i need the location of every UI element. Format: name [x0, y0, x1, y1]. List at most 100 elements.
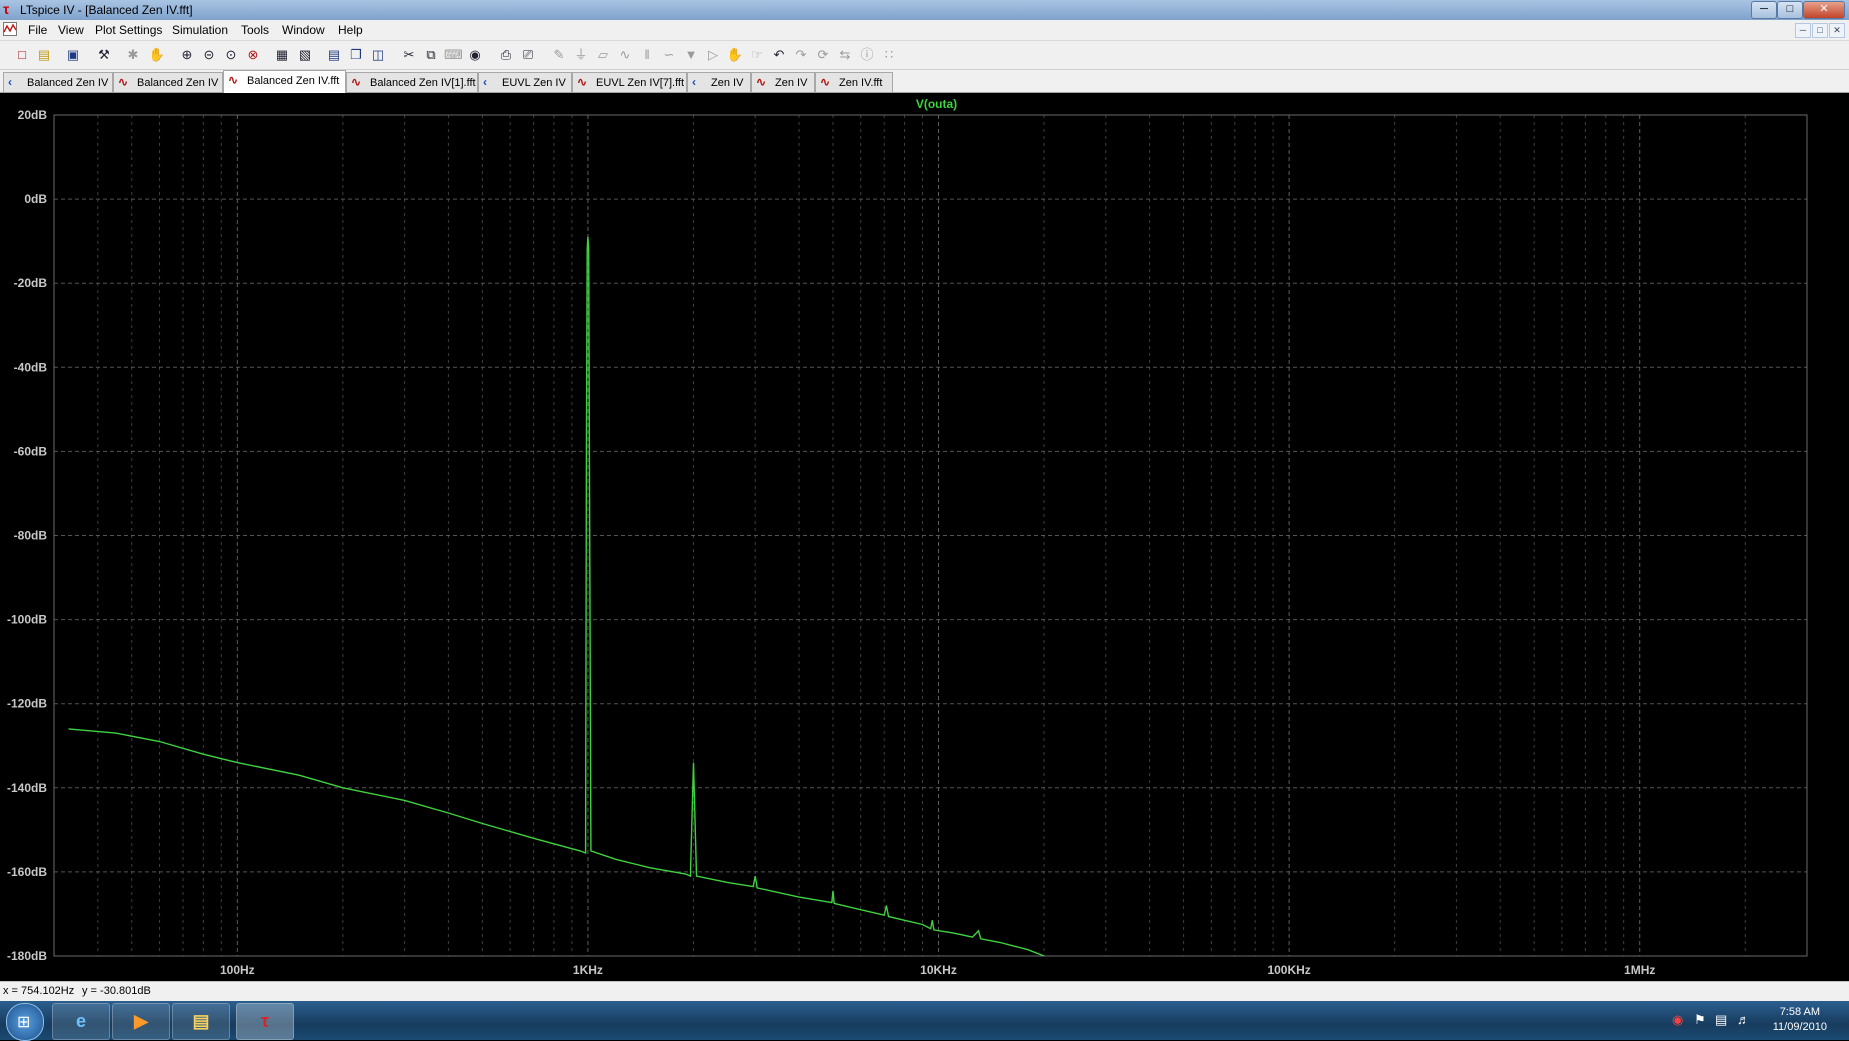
tab-balanced-zen-iv-schematic[interactable]: ‹ Balanced Zen IV: [3, 72, 113, 92]
y-tick-label: -80dB: [14, 529, 48, 543]
mdi-close-button[interactable]: ✕: [1829, 23, 1845, 38]
ground-icon[interactable]: ⏚: [572, 46, 590, 64]
menu-bar: File View Plot Settings Simulation Tools…: [0, 20, 1849, 41]
tab-balanced-zen-iv-waveform[interactable]: ∿ Balanced Zen IV: [113, 72, 223, 92]
component-icon[interactable]: ▷: [704, 46, 722, 64]
wire-icon[interactable]: ✎: [550, 46, 568, 64]
print-icon[interactable]: ⎙: [497, 46, 515, 64]
cursor-x-readout: x = 754.102Hz: [3, 985, 75, 997]
menu-view[interactable]: View: [58, 23, 84, 37]
undo-icon[interactable]: ↶: [770, 46, 788, 64]
windows-logo-icon: ⊞: [17, 1014, 31, 1031]
clock-time: 7:58 AM: [1779, 1006, 1821, 1018]
tab-label: Zen IV: [775, 77, 808, 89]
y-tick-label: -20dB: [14, 276, 48, 290]
zoom-out-icon[interactable]: ⊝: [200, 46, 218, 64]
tile-vertical-icon[interactable]: ◫: [369, 46, 387, 64]
tab-zen-iv-fft[interactable]: ∿ Zen IV.fft: [815, 72, 893, 92]
tab-euvl-zen-iv-7-fft[interactable]: ∿ EUVL Zen IV[7].fft: [572, 72, 687, 92]
ltspice-app-icon: τ: [3, 1, 10, 17]
tab-label: EUVL Zen IV: [502, 77, 566, 89]
redo-icon[interactable]: ↷: [792, 46, 810, 64]
open-icon[interactable]: ▤: [35, 46, 53, 64]
menu-plot-settings[interactable]: Plot Settings: [95, 23, 162, 37]
fft-chart[interactable]: 20dB 0dB -20dB -40dB -60dB -80dB -100dB -120dB -…: [0, 93, 1849, 981]
resistor-icon[interactable]: ∿: [616, 46, 634, 64]
explorer-task-icon: ▤: [192, 1011, 210, 1031]
zoom-full-icon[interactable]: ⊙: [222, 46, 240, 64]
tray-flag-icon[interactable]: ⚑: [1694, 1012, 1706, 1028]
tab-label: Balanced Zen IV[1].fft: [370, 77, 476, 89]
x-tick-label: 10KHz: [920, 963, 957, 977]
cascade-icon[interactable]: ❐: [347, 46, 365, 64]
print-setup-icon[interactable]: ⎚: [519, 46, 537, 64]
text-icon[interactable]: ⓘ: [858, 46, 876, 64]
autorange-icon[interactable]: ▦: [273, 46, 291, 64]
tab-zen-iv-schematic[interactable]: ‹ Zen IV: [687, 72, 751, 92]
save-icon[interactable]: ▣: [64, 46, 82, 64]
media-player-task-button[interactable]: ▶: [112, 1003, 170, 1040]
fit-icon[interactable]: ▧: [296, 46, 314, 64]
title-bar: τ LTspice IV - [Balanced Zen IV.fft] ─ □…: [0, 0, 1849, 20]
menu-file[interactable]: File: [28, 23, 47, 37]
menu-window[interactable]: Window: [282, 23, 325, 37]
series-line: [68, 236, 1045, 957]
halt-icon[interactable]: ✋: [148, 46, 166, 64]
explorer-task-button[interactable]: ▤: [172, 1003, 230, 1040]
menu-help[interactable]: Help: [338, 23, 363, 37]
menu-tools[interactable]: Tools: [241, 23, 269, 37]
start-button[interactable]: ⊞: [6, 1003, 44, 1041]
tab-label: Zen IV.fft: [839, 77, 883, 89]
ltspice-task-button[interactable]: τ: [236, 1003, 294, 1040]
tray-volume-icon[interactable]: ♬: [1737, 1012, 1750, 1027]
cursor-y-readout: y = -30.801dB: [82, 985, 151, 997]
close-button[interactable]: ✕: [1803, 1, 1845, 19]
menu-simulation[interactable]: Simulation: [172, 23, 228, 37]
clock-date: 11/09/2010: [1772, 1021, 1827, 1033]
rotate-icon[interactable]: ⟳: [814, 46, 832, 64]
move-icon[interactable]: ✋: [726, 46, 744, 64]
y-tick-label: 20dB: [18, 108, 48, 122]
zoom-cancel-icon[interactable]: ⊗: [244, 46, 262, 64]
inductor-icon[interactable]: ∽: [660, 46, 678, 64]
minimize-button[interactable]: ─: [1751, 1, 1777, 19]
x-tick-label: 1KHz: [573, 963, 603, 977]
mdi-minimize-button[interactable]: ─: [1795, 23, 1811, 38]
ie-task-button[interactable]: e: [52, 1003, 110, 1040]
copy-icon[interactable]: ⧉: [422, 46, 440, 64]
spice-directive-icon[interactable]: ∷: [880, 46, 898, 64]
waveform-icon: ∿: [820, 75, 831, 89]
mirror-icon[interactable]: ⇆: [836, 46, 854, 64]
new-schematic-icon[interactable]: □: [13, 46, 31, 64]
capacitor-icon[interactable]: ‖: [638, 46, 656, 64]
window-title: LTspice IV - [Balanced Zen IV.fft]: [20, 3, 193, 17]
waveform-plot[interactable]: 20dB 0dB -20dB -40dB -60dB -80dB -100dB -120dB -…: [0, 93, 1849, 981]
tile-horizontal-icon[interactable]: ▤: [325, 46, 343, 64]
find-icon[interactable]: ◉: [466, 46, 484, 64]
waveform-doc-icon[interactable]: [3, 22, 17, 36]
tray-network-icon[interactable]: ▤: [1715, 1012, 1727, 1028]
tab-balanced-zen-iv-1-fft[interactable]: ∿ Balanced Zen IV[1].fft: [346, 72, 478, 92]
tab-zen-iv-waveform[interactable]: ∿ Zen IV: [751, 72, 815, 92]
paste-icon[interactable]: ⌨: [444, 46, 463, 64]
tab-label: Balanced Zen IV: [27, 77, 109, 89]
y-tick-label: -160dB: [7, 865, 47, 879]
schematic-icon: ‹: [483, 75, 487, 89]
tab-euvl-zen-iv-schematic[interactable]: ‹ EUVL Zen IV: [478, 72, 572, 92]
diode-icon[interactable]: ▼: [682, 46, 700, 64]
control-panel-icon[interactable]: ⚒: [95, 46, 113, 64]
zoom-in-icon[interactable]: ⊕: [178, 46, 196, 64]
cut-icon[interactable]: ✂: [400, 46, 418, 64]
tray-clock[interactable]: 7:58 AM 11/09/2010: [1773, 1005, 1827, 1035]
run-icon[interactable]: ✱: [124, 46, 142, 64]
tab-balanced-zen-iv-fft[interactable]: ∿ Balanced Zen IV.fft: [223, 70, 346, 93]
toolbar: □ ▤ ▣ ⚒ ✱ ✋ ⊕ ⊝ ⊙ ⊗ ▦ ▧ ▤ ❐ ◫ ✂ ⧉ ⌨ ◉ ⎙ …: [0, 41, 1849, 70]
maximize-button[interactable]: □: [1777, 1, 1803, 19]
taskbar: ⊞ e ▶ ▤ τ ◉ ⚑ ▤ ♬ 7:58 AM 11/09/2010: [0, 1001, 1849, 1041]
drag-icon[interactable]: ☞: [748, 46, 766, 64]
x-tick-label: 100Hz: [220, 963, 255, 977]
ltspice-task-icon: τ: [260, 1011, 270, 1031]
mdi-restore-button[interactable]: □: [1812, 23, 1828, 38]
tray-alert-icon[interactable]: ◉: [1672, 1012, 1683, 1028]
label-icon[interactable]: ▱: [594, 46, 612, 64]
